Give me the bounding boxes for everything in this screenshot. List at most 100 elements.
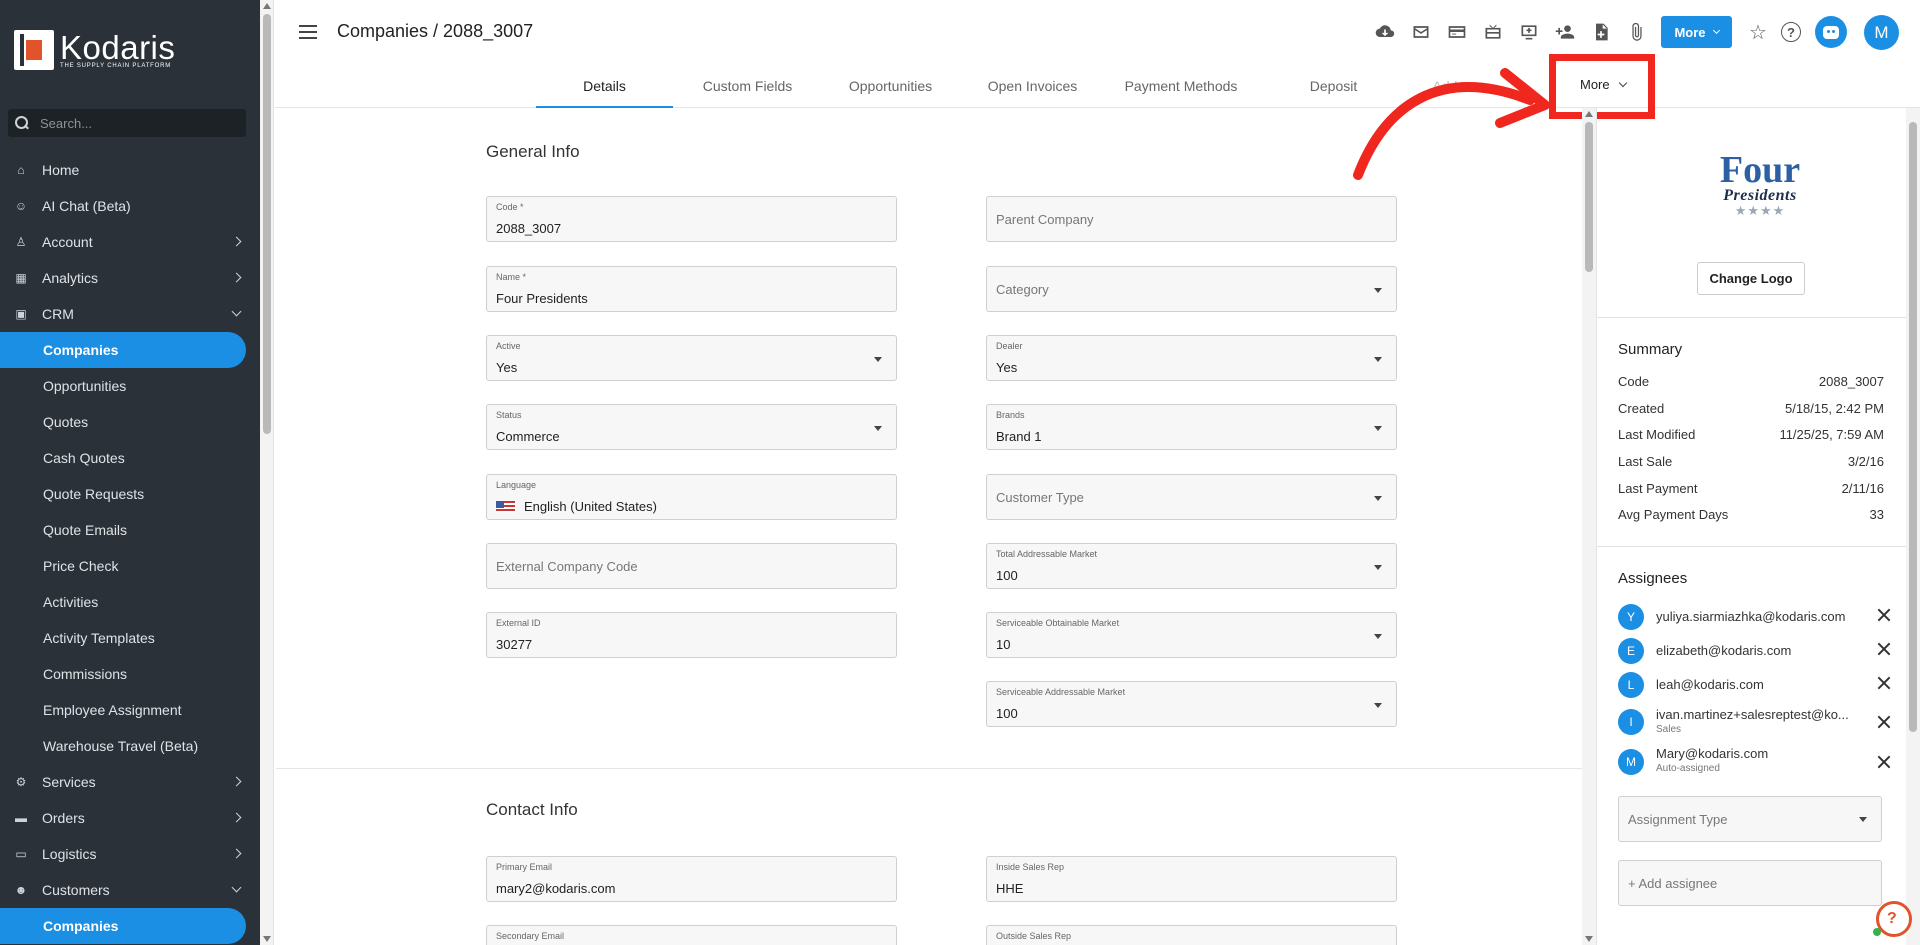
add-person-icon[interactable] (1551, 18, 1579, 46)
name-field[interactable]: Name * Four Presidents (486, 266, 897, 312)
add-to-screen-icon[interactable] (1515, 18, 1543, 46)
sidebar-item-label: Cash Quotes (43, 450, 125, 466)
outside-sales-rep-label: Outside Sales Rep (996, 931, 1072, 941)
sidebar-item-analytics[interactable]: ▦ Analytics (0, 260, 260, 296)
hamburger-menu-icon[interactable] (299, 25, 317, 39)
outside-sales-rep-field[interactable]: Outside Sales Rep (986, 925, 1397, 945)
sidebar-item-crm[interactable]: ▣ CRM (0, 296, 260, 332)
search-input[interactable] (40, 115, 230, 131)
change-logo-button[interactable]: Change Logo (1697, 262, 1805, 295)
remove-assignee-icon[interactable] (1875, 713, 1893, 731)
som-label: Serviceable Obtainable Market (996, 618, 1120, 628)
inside-sales-rep-field[interactable]: Inside Sales Rep HHE (986, 856, 1397, 902)
person-icon: ♙ (15, 235, 27, 249)
external-company-code-field[interactable]: External Company Code (486, 543, 897, 589)
chevron-right-icon (231, 776, 242, 787)
help-icon[interactable]: ? (1781, 22, 1801, 42)
code-label: Code * (496, 202, 524, 212)
sidebar-search[interactable] (8, 109, 246, 137)
parent-company-field[interactable]: Parent Company (986, 196, 1397, 242)
sidebar-item-cash-quotes[interactable]: Cash Quotes (0, 440, 260, 476)
cloud-download-icon[interactable] (1371, 18, 1399, 46)
attachment-icon[interactable] (1623, 18, 1651, 46)
tam-label: Total Addressable Market (996, 549, 1098, 559)
language-select[interactable]: Language English (United States) (486, 474, 897, 520)
sidebar-item-orders[interactable]: ▬ Orders (0, 800, 260, 836)
tab-payment-methods[interactable]: Payment Methods (1106, 64, 1256, 108)
sidebar-item-opportunities[interactable]: Opportunities (0, 368, 260, 404)
side-panel-scrollbar[interactable] (1906, 108, 1920, 945)
category-select[interactable]: Category (986, 266, 1397, 312)
sidebar-item-warehouse-travel[interactable]: Warehouse Travel (Beta) (0, 728, 260, 764)
scroll-up-arrow-icon[interactable] (263, 3, 271, 9)
sidebar-item-services[interactable]: ⚙ Services (0, 764, 260, 800)
tab-details[interactable]: Details (536, 64, 673, 108)
scroll-down-arrow-icon[interactable] (1585, 936, 1593, 942)
customer-type-select[interactable]: Customer Type (986, 474, 1397, 520)
sidebar-item-customers-companies[interactable]: Companies (0, 908, 246, 944)
credit-card-icon[interactable] (1443, 18, 1471, 46)
tab-open-invoices[interactable]: Open Invoices (964, 64, 1101, 108)
main-scrollbar[interactable] (1582, 108, 1596, 945)
serviceable-obtainable-market-select[interactable]: Serviceable Obtainable Market 10 (986, 612, 1397, 658)
active-label: Active (496, 341, 521, 351)
sidebar-item-customers[interactable]: ☻ Customers (0, 872, 260, 908)
more-button-label: More (1674, 24, 1706, 40)
summary-row-created: Created 5/18/15, 2:42 PM (1618, 401, 1884, 416)
assignee-row: M Mary@kodaris.com Auto-assigned (1618, 746, 1893, 779)
assignment-type-select[interactable]: Assignment Type (1618, 796, 1882, 842)
serviceable-addressable-market-select[interactable]: Serviceable Addressable Market 100 (986, 681, 1397, 727)
sidebar-item-price-check[interactable]: Price Check (0, 548, 260, 584)
remove-assignee-icon[interactable] (1875, 606, 1893, 624)
scroll-up-arrow-icon[interactable] (1585, 111, 1593, 117)
sidebar-item-activity-templates[interactable]: Activity Templates (0, 620, 260, 656)
sidebar-item-label: Employee Assignment (43, 702, 182, 718)
sidebar-item-ai-chat[interactable]: ☺ AI Chat (Beta) (0, 188, 260, 224)
remove-assignee-icon[interactable] (1875, 674, 1893, 692)
favorite-star-icon[interactable]: ☆ (1746, 20, 1770, 44)
sidebar-item-home[interactable]: ⌂ Home (0, 152, 260, 188)
kodaris-logo[interactable]: Kodaris THE SUPPLY CHAIN PLATFORM (14, 30, 175, 70)
sidebar-item-logistics[interactable]: ▭ Logistics (0, 836, 260, 872)
som-value: 10 (996, 637, 1011, 652)
sidebar-item-employee-assignment[interactable]: Employee Assignment (0, 692, 260, 728)
tab-opportunities[interactable]: Opportunities (822, 64, 959, 108)
secondary-email-field[interactable]: Secondary Email (486, 925, 897, 945)
email-icon[interactable] (1407, 18, 1435, 46)
sidebar-item-label: CRM (42, 306, 74, 322)
sidebar-item-account[interactable]: ♙ Account (0, 224, 260, 260)
scrollbar-thumb[interactable] (1585, 122, 1593, 272)
external-company-code-placeholder: External Company Code (496, 559, 638, 574)
sidebar-item-activities[interactable]: Activities (0, 584, 260, 620)
scrollbar-thumb[interactable] (1909, 122, 1917, 732)
ai-assistant-icon[interactable] (1815, 16, 1847, 48)
add-document-icon[interactable] (1587, 18, 1615, 46)
external-id-field[interactable]: External ID 30277 (486, 612, 897, 658)
scroll-down-arrow-icon[interactable] (263, 936, 271, 942)
sidebar-item-commissions[interactable]: Commissions (0, 656, 260, 692)
sidebar-item-quotes[interactable]: Quotes (0, 404, 260, 440)
add-assignee-input[interactable]: + Add assignee (1618, 860, 1882, 906)
support-chat-icon[interactable]: ? (1873, 901, 1912, 937)
sidebar-scrollbar[interactable] (260, 0, 274, 945)
sidebar-item-quote-requests[interactable]: Quote Requests (0, 476, 260, 512)
summary-row-last-sale: Last Sale 3/2/16 (1618, 454, 1884, 469)
remove-assignee-icon[interactable] (1875, 640, 1893, 658)
tab-custom-fields[interactable]: Custom Fields (679, 64, 816, 108)
sidebar-item-label: Orders (42, 810, 85, 826)
active-select[interactable]: Active Yes (486, 335, 897, 381)
more-button[interactable]: More (1661, 16, 1732, 48)
gift-card-icon[interactable] (1479, 18, 1507, 46)
sidebar-item-quote-emails[interactable]: Quote Emails (0, 512, 260, 548)
total-addressable-market-select[interactable]: Total Addressable Market 100 (986, 543, 1397, 589)
code-field[interactable]: Code * 2088_3007 (486, 196, 897, 242)
status-select[interactable]: Status Commerce (486, 404, 897, 450)
sidebar-item-crm-companies[interactable]: Companies (0, 332, 246, 368)
summary-value: 2088_3007 (1818, 374, 1884, 389)
dealer-select[interactable]: Dealer Yes (986, 335, 1397, 381)
user-avatar[interactable]: M (1864, 15, 1899, 50)
primary-email-field[interactable]: Primary Email mary2@kodaris.com (486, 856, 897, 902)
remove-assignee-icon[interactable] (1875, 753, 1893, 771)
scrollbar-thumb[interactable] (263, 14, 271, 434)
brands-select[interactable]: Brands Brand 1 (986, 404, 1397, 450)
